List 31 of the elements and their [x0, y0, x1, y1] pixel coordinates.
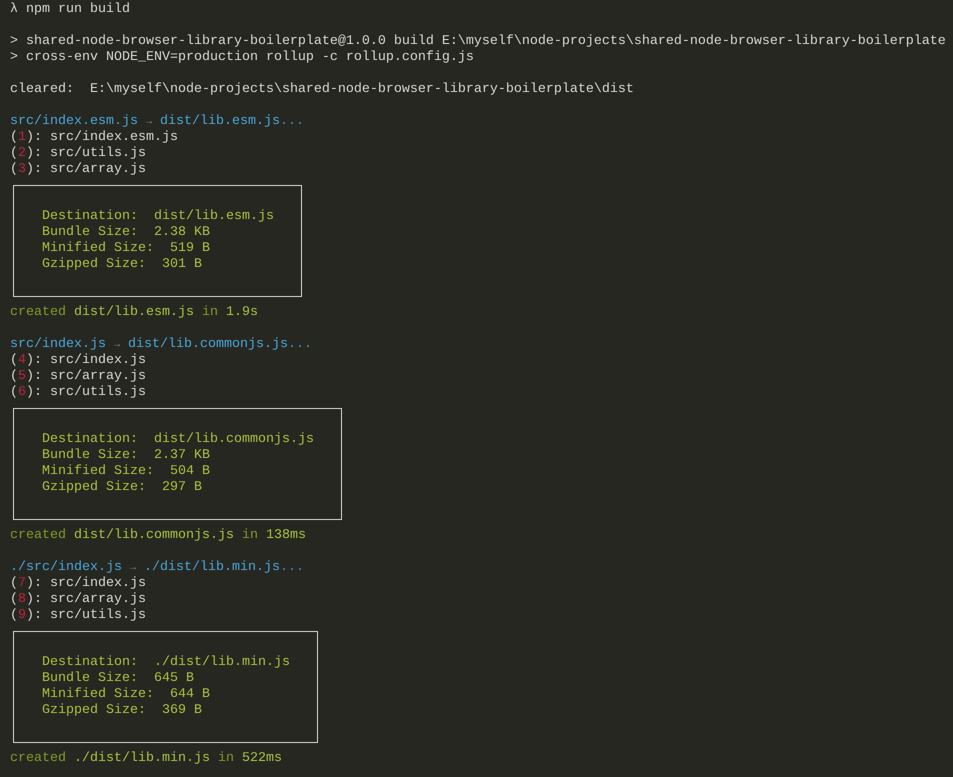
module-line: (8): src/array.js: [10, 592, 146, 608]
bundle-header: src/index.js → dist/lib.commonjs.js...: [10, 337, 312, 353]
summary-line: Bundle Size: 645 B: [42, 671, 195, 687]
summary-line: Minified Size: 644 B: [42, 687, 211, 703]
created-line: created ./dist/lib.min.js in 522ms: [10, 751, 282, 767]
command-line: λ npm run build: [10, 2, 130, 18]
module-line: (7): src/index.js: [10, 576, 146, 592]
summary-line: Minified Size: 519 B: [42, 241, 211, 257]
summary-line: Bundle Size: 2.37 KB: [42, 448, 211, 464]
summary-line: Gzipped Size: 297 B: [42, 480, 203, 496]
summary-line: Gzipped Size: 369 B: [42, 703, 203, 719]
script-line: > shared-node-browser-library-boilerplate@1.0.0 build E:\myself\node-projects\shared-node-browser-library-boilerplate: [10, 34, 946, 50]
module-line: (3): src/array.js: [10, 162, 146, 178]
summary-line: Gzipped Size: 301 B: [42, 257, 203, 273]
module-line: (2): src/utils.js: [10, 146, 146, 162]
module-line: (4): src/index.js: [10, 353, 146, 369]
created-line: created dist/lib.commonjs.js in 138ms: [10, 528, 306, 544]
created-line: created dist/lib.esm.js in 1.9s: [10, 305, 258, 321]
summary-line: Bundle Size: 2.38 KB: [42, 225, 211, 241]
summary-line: Minified Size: 504 B: [42, 464, 211, 480]
bundle-header: src/index.esm.js → dist/lib.esm.js...: [10, 114, 304, 130]
module-line: (5): src/array.js: [10, 369, 146, 385]
script-line: > cross-env NODE_ENV=production rollup -c rollup.config.js: [10, 50, 474, 66]
summary-line: Destination: ./dist/lib.min.js: [42, 655, 290, 671]
module-line: (9): src/utils.js: [10, 608, 146, 624]
summary-line: Destination: dist/lib.commonjs.js: [42, 432, 314, 448]
summary-line: Destination: dist/lib.esm.js: [42, 209, 274, 225]
cleared-line: cleared: E:\myself\node-projects\shared-node-browser-library-boilerplate\dist: [10, 82, 634, 98]
bundle-header: ./src/index.js → ./dist/lib.min.js...: [10, 560, 304, 576]
module-line: (6): src/utils.js: [10, 385, 146, 401]
module-line: (1): src/index.esm.js: [10, 130, 178, 146]
